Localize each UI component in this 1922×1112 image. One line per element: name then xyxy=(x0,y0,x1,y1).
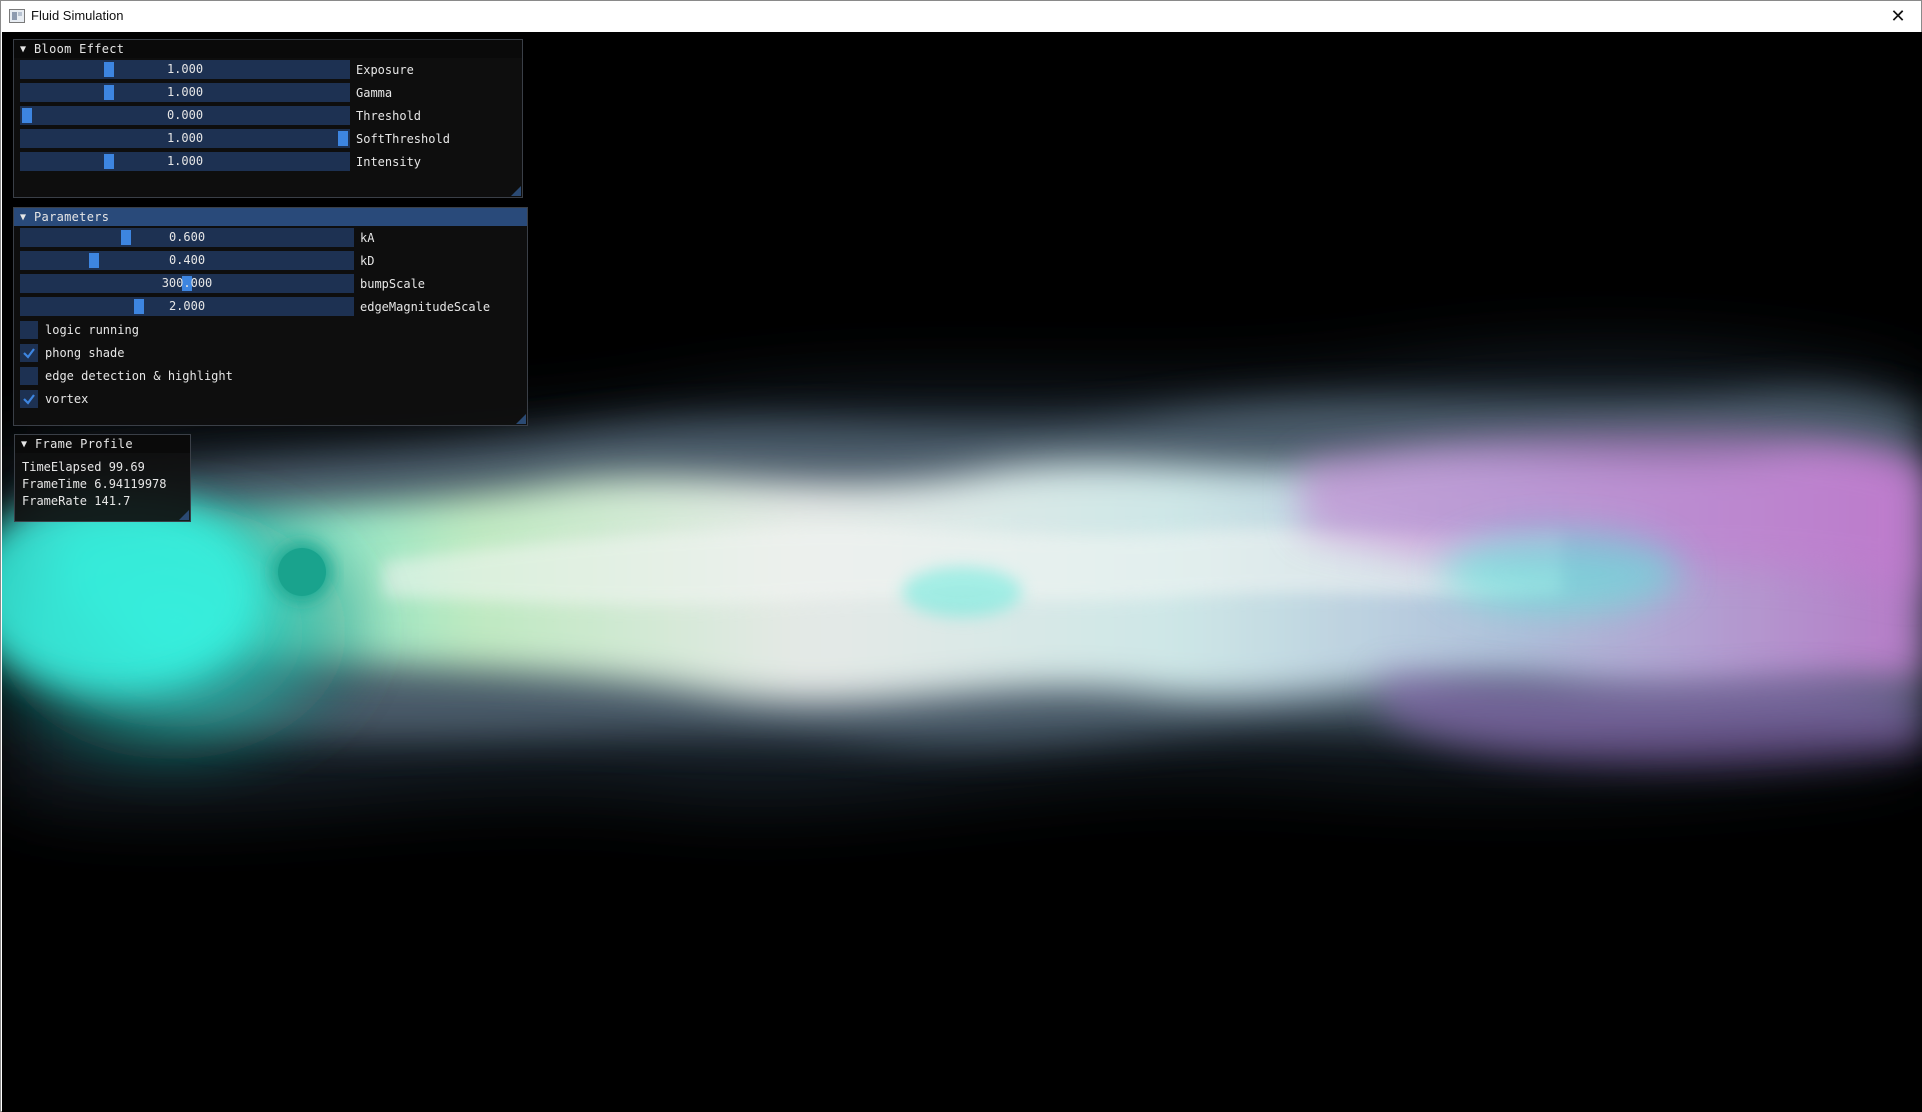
slider-softthreshold[interactable]: 1.000 xyxy=(20,129,350,148)
frame-time-text: FrameTime 6.94119978 xyxy=(22,477,167,491)
bloom-effect-panel: ▼ Bloom Effect 1.000 Exposure 1.000 Gamma 0.… xyxy=(13,39,523,198)
slider-intensity[interactable]: 1.000 xyxy=(20,152,350,171)
slider-value: 1.000 xyxy=(166,85,204,99)
checkbox-row[interactable]: vortex xyxy=(20,389,88,408)
collapse-triangle-icon[interactable]: ▼ xyxy=(21,439,27,450)
time-elapsed-text: TimeElapsed 99.69 xyxy=(22,460,145,474)
checkbox[interactable] xyxy=(20,366,38,385)
checkbox-row[interactable]: edge detection & highlight xyxy=(20,366,233,385)
slider-value: 2.000 xyxy=(168,299,206,313)
checkbox-label: edge detection & highlight xyxy=(45,368,233,383)
slider-label: Exposure xyxy=(356,62,414,77)
checkbox[interactable] xyxy=(20,389,38,408)
slider-row-softthreshold: 1.000 SoftThreshold xyxy=(20,129,450,148)
slider-value: 0.400 xyxy=(168,253,206,267)
slider-label: bumpScale xyxy=(360,276,426,291)
checkbox-label: logic running xyxy=(45,322,139,337)
panel-title: Frame Profile xyxy=(35,437,133,451)
slider-row-edgemagnitudescale: 2.000 edgeMagnitudeScale xyxy=(20,297,490,316)
slider-threshold[interactable]: 0.000 xyxy=(20,106,350,125)
checkbox-row[interactable]: logic running xyxy=(20,320,139,339)
slider-label: Intensity xyxy=(356,154,422,169)
slider-row-bumpscale: 300.000 bumpScale xyxy=(20,274,425,293)
resize-grip-icon[interactable] xyxy=(516,414,526,424)
parameters-panel: ▼ Parameters 0.600 kA 0.400 kD 300.000 bumpSc… xyxy=(13,207,528,426)
checkbox-label: phong shade xyxy=(45,345,125,360)
slider-label: Gamma xyxy=(356,85,393,100)
checkbox[interactable] xyxy=(20,320,38,339)
slider-row-intensity: 1.000 Intensity xyxy=(20,152,421,171)
slider-value: 1.000 xyxy=(166,154,204,168)
title-bar[interactable]: Fluid Simulation ✕ xyxy=(1,1,1921,31)
collapse-triangle-icon[interactable]: ▼ xyxy=(20,212,26,223)
close-button[interactable]: ✕ xyxy=(1875,1,1921,31)
frame-profile-header[interactable]: ▼ Frame Profile xyxy=(15,435,190,453)
frame-profile-panel: ▼ Frame Profile TimeElapsed 99.69 FrameT… xyxy=(14,434,191,522)
checkmark-icon xyxy=(23,393,35,405)
resize-grip-icon[interactable] xyxy=(179,510,189,520)
slider-bumpscale[interactable]: 300.000 xyxy=(20,274,354,293)
panel-title: Bloom Effect xyxy=(34,42,125,56)
window-title: Fluid Simulation xyxy=(31,8,124,23)
slider-value: 1.000 xyxy=(166,131,204,145)
slider-label: kD xyxy=(360,253,375,268)
slider-gamma[interactable]: 1.000 xyxy=(20,83,350,102)
parameters-header[interactable]: ▼ Parameters xyxy=(14,208,527,226)
resize-grip-icon[interactable] xyxy=(511,186,521,196)
slider-exposure[interactable]: 1.000 xyxy=(20,60,350,79)
checkbox-label: vortex xyxy=(45,391,89,406)
checkbox[interactable] xyxy=(20,343,38,362)
close-icon: ✕ xyxy=(1890,5,1906,27)
slider-edgemagnitudescale[interactable]: 2.000 xyxy=(20,297,354,316)
checkbox-row[interactable]: phong shade xyxy=(20,343,124,362)
slider-value: 0.000 xyxy=(166,108,204,122)
bloom-effect-header[interactable]: ▼ Bloom Effect xyxy=(14,40,522,58)
app-window-icon xyxy=(9,9,25,23)
slider-row-ka: 0.600 kA xyxy=(20,228,374,247)
frame-rate-text: FrameRate 141.7 xyxy=(22,494,131,508)
slider-row-threshold: 0.000 Threshold xyxy=(20,106,421,125)
panel-title: Parameters xyxy=(34,210,110,224)
slider-value: 300.000 xyxy=(161,276,213,290)
simulation-viewport[interactable]: ▼ Bloom Effect 1.000 Exposure 1.000 Gamma 0.… xyxy=(2,32,1922,1112)
slider-row-kd: 0.400 kD xyxy=(20,251,374,270)
slider-label: kA xyxy=(360,230,375,245)
collapse-triangle-icon[interactable]: ▼ xyxy=(20,44,26,55)
slider-label: Threshold xyxy=(356,108,422,123)
slider-label: SoftThreshold xyxy=(356,131,450,146)
slider-label: edgeMagnitudeScale xyxy=(360,299,491,314)
slider-value: 1.000 xyxy=(166,62,204,76)
slider-kd[interactable]: 0.400 xyxy=(20,251,354,270)
app-window: Fluid Simulation ✕ ▼ Bloom Effect 1.000 … xyxy=(0,0,1922,1112)
slider-row-exposure: 1.000 Exposure xyxy=(20,60,414,79)
slider-value: 0.600 xyxy=(168,230,206,244)
slider-ka[interactable]: 0.600 xyxy=(20,228,354,247)
checkmark-icon xyxy=(23,347,35,359)
slider-row-gamma: 1.000 Gamma xyxy=(20,83,392,102)
